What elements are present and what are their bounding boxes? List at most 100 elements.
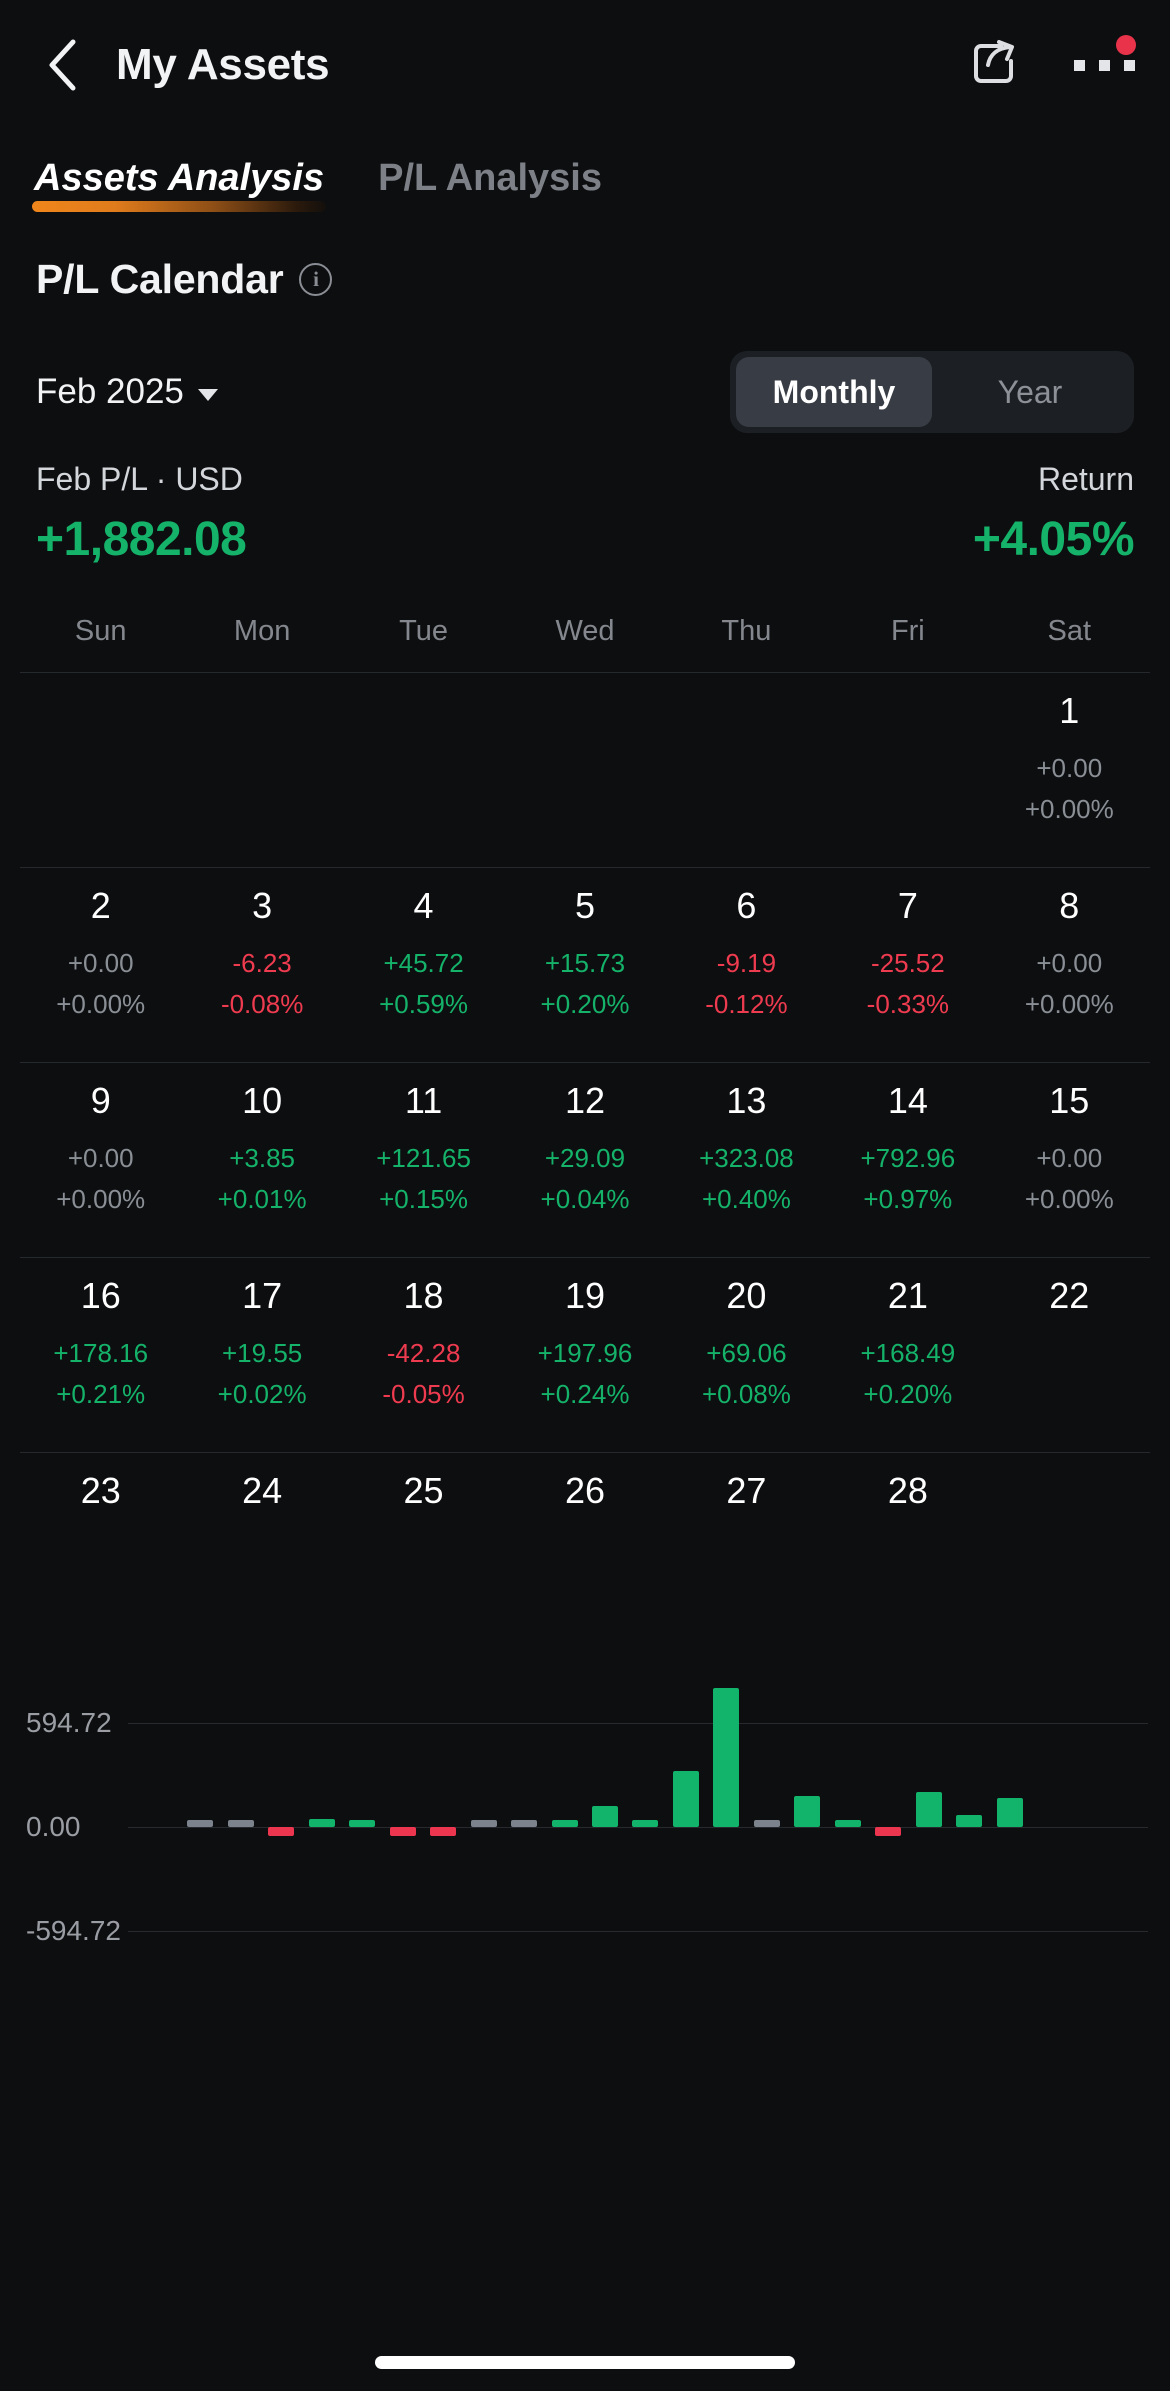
calendar-day-pl: +0.00 — [67, 948, 134, 979]
calendar-week-row: 16 +178.16 +0.21% 17 +19.55 +0.02% 18 -42.28 -0.… — [0, 1258, 1170, 1452]
weekday-header-row: Sun Mon Tue Wed Thu Fri Sat — [0, 615, 1170, 672]
chart-bar — [996, 1797, 1023, 1827]
calendar-day-cell[interactable]: 4 +45.72 +0.59% — [343, 885, 504, 1046]
chart-bar — [794, 1795, 821, 1827]
chart-plot-area: 594.72 0.00 -594.72 — [0, 1687, 1170, 1947]
calendar-day-pct: +0.24% — [540, 1378, 630, 1409]
calendar-day-pct: +0.08% — [701, 1378, 791, 1409]
ytick-label-zero: 0.00 — [26, 1811, 81, 1842]
calendar-day-cell[interactable]: 12 +29.09 +0.04% — [504, 1080, 665, 1241]
calendar-day-pct: -0.33% — [866, 988, 950, 1019]
section-header: P/L Calendar i — [0, 256, 1170, 303]
chart-bars — [180, 1687, 1030, 1947]
navbar-actions — [962, 33, 1136, 97]
calendar-day-cell[interactable]: 10 +3.85 +0.01% — [181, 1080, 342, 1241]
return-value: +4.05% — [972, 513, 1135, 566]
calendar-day-pl: +29.09 — [544, 1143, 626, 1174]
calendar-day-cell[interactable]: 17 +19.55 +0.02% — [181, 1275, 342, 1436]
calendar-day-pct: +0.00% — [56, 1183, 146, 1214]
calendar-day-cell[interactable]: 26 — [504, 1470, 665, 1631]
calendar-day-cell[interactable]: 27 — [666, 1470, 827, 1631]
range-option-year[interactable]: Year — [932, 357, 1128, 427]
calendar-day-cell[interactable]: 14 +792.96 +0.97% — [827, 1080, 988, 1241]
calendar-day-number: 3 — [252, 885, 273, 926]
calendar-day-cell[interactable]: 11 +121.65 +0.15% — [343, 1080, 504, 1241]
chart-bar — [592, 1805, 618, 1827]
chart-bar — [470, 1820, 497, 1827]
more-horizontal-icon — [1073, 59, 1135, 71]
calendar-week-row: 23 24 25 26 27 28 — [0, 1453, 1170, 1647]
calendar-day-cell[interactable]: 3 -6.23 -0.08% — [181, 885, 342, 1046]
calendar-day-cell[interactable]: 22 — [989, 1275, 1150, 1436]
calendar-day-cell[interactable]: 5 +15.73 +0.20% — [504, 885, 665, 1046]
calendar-day-cell[interactable]: 2 +0.00 +0.00% — [20, 885, 181, 1046]
chart-bar — [672, 1770, 699, 1827]
chevron-left-icon — [45, 37, 79, 93]
calendar-day-cell[interactable]: 24 — [181, 1470, 342, 1631]
calendar-controls: Feb 2025 Monthly Year — [0, 351, 1170, 433]
calendar-day-pct: +0.15% — [379, 1183, 469, 1214]
calendar-day-pl: +0.00 — [1036, 1143, 1103, 1174]
tab-pl-analysis[interactable]: P/L Analysis — [378, 157, 602, 212]
share-button[interactable] — [962, 33, 1026, 97]
calendar-day-pl: +0.00 — [67, 1143, 134, 1174]
weekday-header: Sat — [1047, 615, 1092, 647]
calendar-day-cell[interactable]: 9 +0.00 +0.00% — [20, 1080, 181, 1241]
back-button[interactable] — [30, 33, 94, 97]
month-label: Feb 2025 — [36, 372, 184, 411]
more-options-button[interactable] — [1072, 33, 1136, 97]
calendar-day-pl: -42.28 — [386, 1338, 461, 1369]
calendar-day-pl: +323.08 — [699, 1143, 794, 1174]
share-icon — [968, 37, 1020, 94]
calendar-day-cell[interactable]: 18 -42.28 -0.05% — [343, 1275, 504, 1436]
navbar: My Assets — [0, 0, 1170, 130]
calendar-day-number: 26 — [564, 1470, 606, 1511]
chart-bar — [915, 1792, 942, 1827]
calendar-day-number: 8 — [1059, 885, 1080, 926]
calendar-day-cell[interactable]: 6 -9.19 -0.12% — [666, 885, 827, 1046]
calendar-day-cell[interactable]: 23 — [20, 1470, 181, 1631]
calendar-day-number: 9 — [90, 1080, 111, 1121]
weekday-header: Mon — [233, 615, 291, 647]
calendar-day-pct: +0.20% — [540, 988, 630, 1019]
calendar-day-pl: -9.19 — [716, 948, 777, 979]
calendar-day-pct: +0.20% — [863, 1378, 953, 1409]
tab-bar: Assets Analysis P/L Analysis — [0, 140, 1170, 212]
calendar-day-number: 18 — [403, 1275, 444, 1316]
pl-calendar: Sun Mon Tue Wed Thu Fri Sat 1 +0.00 +0.00% 2 +0.00… — [0, 615, 1170, 1647]
pl-bar-chart: 594.72 0.00 -594.72 — [0, 1687, 1170, 1947]
calendar-week-row: 2 +0.00 +0.00% 3 -6.23 -0.08% 4 +45.72 +0.59% 5 +1… — [0, 868, 1170, 1062]
calendar-week-row: 9 +0.00 +0.00% 10 +3.85 +0.01% 11 +121.65 +0.15%… — [0, 1063, 1170, 1257]
calendar-day-cell[interactable]: 28 — [827, 1470, 988, 1631]
calendar-day-cell[interactable]: 21 +168.49 +0.20% — [827, 1275, 988, 1436]
calendar-day-pct: +0.21% — [56, 1378, 146, 1409]
calendar-day-number: 2 — [90, 885, 111, 926]
chart-bar — [834, 1820, 861, 1827]
weekday-header: Tue — [399, 615, 449, 647]
calendar-day-pct: +0.00% — [1024, 793, 1114, 824]
calendar-day-number: 13 — [726, 1080, 767, 1121]
calendar-day-cell[interactable]: 7 -25.52 -0.33% — [827, 885, 988, 1046]
range-toggle: Monthly Year — [730, 351, 1134, 433]
range-option-monthly[interactable]: Monthly — [736, 357, 932, 427]
calendar-day-cell[interactable]: 20 +69.06 +0.08% — [666, 1275, 827, 1436]
calendar-day-number: 1 — [1059, 690, 1080, 731]
calendar-day-cell[interactable]: 1 +0.00 +0.00% — [989, 690, 1150, 851]
calendar-day-cell[interactable]: 19 +197.96 +0.24% — [504, 1275, 665, 1436]
month-selector[interactable]: Feb 2025 — [36, 372, 218, 412]
calendar-day-pl: +3.85 — [229, 1143, 296, 1174]
calendar-day-cell[interactable]: 15 +0.00 +0.00% — [989, 1080, 1150, 1241]
calendar-day-cell[interactable]: 8 +0.00 +0.00% — [989, 885, 1150, 1046]
calendar-day-number: 10 — [242, 1080, 283, 1121]
info-circle-icon[interactable]: i — [299, 263, 333, 296]
calendar-day-pl: +0.00 — [1036, 948, 1103, 979]
calendar-weeks: 1 +0.00 +0.00% 2 +0.00 +0.00% 3 -6.23 -0.08% 4 +45… — [0, 672, 1170, 1647]
calendar-day-number: 17 — [242, 1275, 283, 1316]
calendar-day-number: 22 — [1049, 1275, 1090, 1316]
tab-assets-analysis[interactable]: Assets Analysis — [32, 157, 327, 212]
calendar-day-cell[interactable]: 13 +323.08 +0.40% — [666, 1080, 827, 1241]
tab-pl-analysis-label: P/L Analysis — [378, 157, 602, 199]
calendar-day-pl: +197.96 — [537, 1338, 633, 1369]
calendar-day-cell[interactable]: 25 — [343, 1470, 504, 1631]
calendar-day-cell[interactable]: 16 +178.16 +0.21% — [20, 1275, 181, 1436]
